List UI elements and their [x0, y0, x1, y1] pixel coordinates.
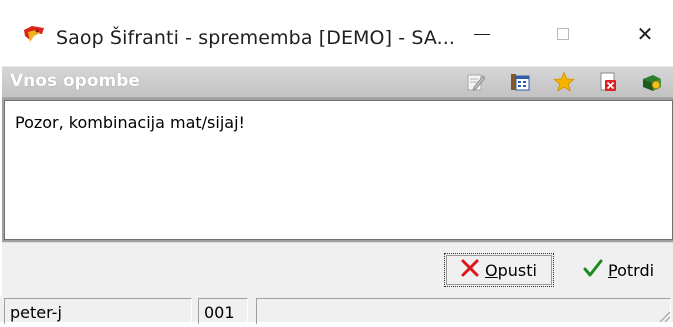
confirm-button[interactable]: Potrdi [576, 253, 666, 287]
maximize-button[interactable] [540, 16, 586, 52]
edit-icon[interactable] [464, 70, 488, 94]
status-user: peter-j [4, 298, 192, 324]
app-window: Saop Šifranti - sprememba [DEMO] - SA...… [0, 0, 673, 324]
resize-grip-icon[interactable] [657, 308, 671, 323]
delete-icon[interactable] [596, 70, 620, 94]
star-icon[interactable] [552, 70, 576, 94]
status-extra [256, 298, 671, 324]
title-bar[interactable]: Saop Šifranti - sprememba [DEMO] - SA...… [0, 0, 673, 66]
memo-frame: Pozor, kombinacija mat/sijaj! [2, 98, 673, 242]
note-memo-input[interactable]: Pozor, kombinacija mat/sijaj! [4, 100, 673, 240]
status-bar: peter-j 001 [0, 296, 673, 324]
minimize-button[interactable] [459, 16, 505, 52]
status-code: 001 [198, 298, 248, 324]
window-title: Saop Šifranti - sprememba [DEMO] - SA... [56, 27, 456, 49]
confirm-button-label: Potrdi [608, 260, 655, 280]
green-check-icon [582, 257, 604, 283]
maximize-icon [557, 28, 569, 40]
calendar-icon[interactable] [508, 70, 532, 94]
saop-app-icon[interactable] [22, 24, 46, 44]
close-icon: ✕ [636, 22, 654, 46]
cancel-button[interactable]: Opusti [444, 253, 554, 287]
cancel-button-label: Opusti [485, 260, 537, 280]
close-button[interactable]: ✕ [622, 16, 668, 52]
section-title: Vnos opombe [10, 71, 140, 91]
section-header: Vnos opombe [2, 66, 673, 98]
minimize-icon [474, 33, 490, 35]
exit-icon[interactable] [640, 70, 664, 94]
red-x-icon [459, 257, 481, 283]
button-bar: Opusti Potrdi [2, 242, 673, 296]
